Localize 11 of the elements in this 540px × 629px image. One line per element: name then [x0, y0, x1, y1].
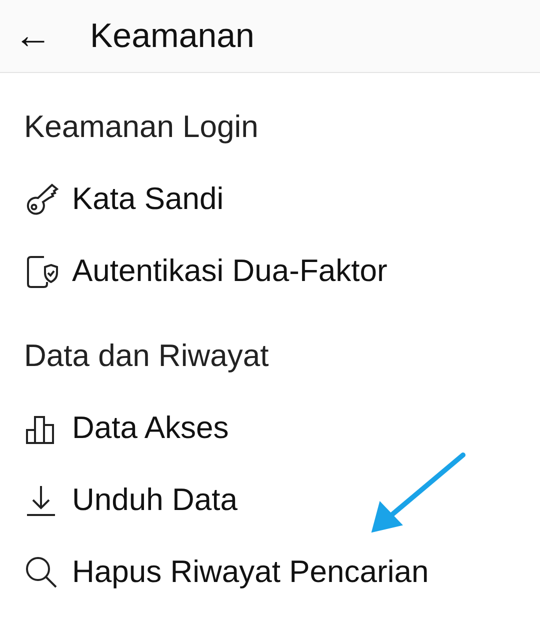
back-button[interactable]: ←	[14, 17, 74, 55]
menu-item[interactable]: Kata Sandi	[72, 179, 224, 219]
page-title: Keamanan	[90, 16, 254, 56]
section-heading: Data dan Riwayat	[24, 337, 270, 375]
key-icon	[24, 181, 60, 217]
phone-shield-icon	[24, 253, 60, 289]
menu-item[interactable]: Hapus Riwayat Pencarian	[72, 552, 429, 592]
section-heading: Keamanan Login	[24, 108, 260, 146]
menu-item[interactable]: Unduh Data	[72, 480, 238, 520]
menu-item[interactable]: Data Akses	[72, 408, 229, 448]
menu-item[interactable]: Autentikasi Dua-Faktor	[72, 251, 388, 291]
